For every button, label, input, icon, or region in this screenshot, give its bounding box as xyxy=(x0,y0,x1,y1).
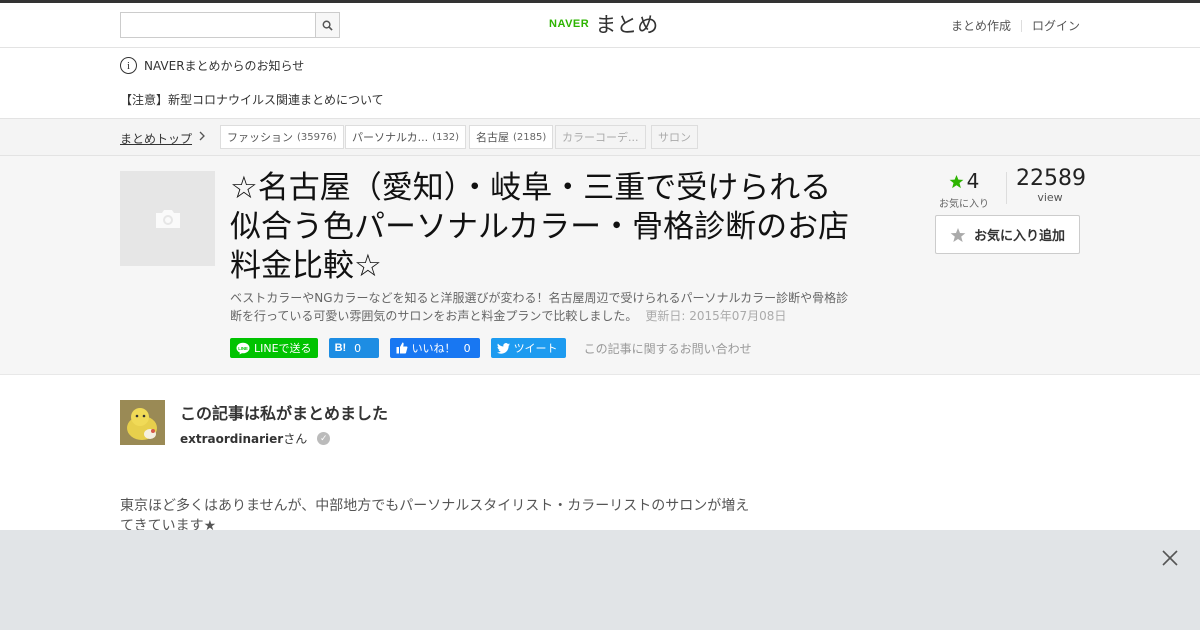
favorites-count: 4 xyxy=(966,169,980,193)
line-share-label: LINEで送る xyxy=(254,342,312,355)
hatena-count: 0 xyxy=(354,341,362,355)
favorites-stat: 4 お気に入り xyxy=(934,169,994,210)
create-matome-link[interactable]: まとめ作成 xyxy=(951,17,1011,34)
tag-salon[interactable]: サロン xyxy=(651,125,698,149)
tag-count: (35976) xyxy=(297,131,337,143)
close-icon[interactable] xyxy=(1160,548,1180,568)
nav-divider xyxy=(1020,19,1022,32)
logo-naver: NAVER xyxy=(549,18,590,30)
tweet-button[interactable]: ツイート xyxy=(490,338,566,358)
star-outline-icon xyxy=(950,227,966,242)
tag-nagoya[interactable]: 名古屋 (2185) xyxy=(469,125,554,149)
favorites-label: お気に入り xyxy=(939,199,989,210)
tag-label: パーソナルカ... xyxy=(352,131,429,144)
author-heading: この記事は私がまとめました xyxy=(180,404,389,423)
article-description: ベストカラーやNGカラーなどを知ると洋服選びが変わる！名古屋周辺で受けられるパー… xyxy=(230,289,850,325)
line-icon: LINE xyxy=(236,342,250,354)
article-header: ☆名古屋（愛知）・岐阜・三重で受けられる似合う色パーソナルカラー・骨格診断のお店… xyxy=(0,156,1200,375)
search-box xyxy=(120,12,340,38)
tweet-label: ツイート xyxy=(513,342,558,355)
tag-label: サロン xyxy=(658,131,691,144)
info-icon: i xyxy=(120,57,137,74)
notice-item[interactable]: 【注意】新型コロナウイルス関連まとめについて xyxy=(120,91,384,108)
author-name[interactable]: extraordinarier xyxy=(180,432,283,446)
tag-label: カラーコーデ... xyxy=(562,131,639,144)
views-stat: 22589 view xyxy=(1016,166,1086,204)
tag-color-coordinate[interactable]: カラーコーデ... xyxy=(555,125,646,149)
add-favorite-button[interactable]: お気に入り追加 xyxy=(935,215,1080,254)
login-link[interactable]: ログイン xyxy=(1032,17,1080,34)
author-avatar[interactable] xyxy=(120,400,165,445)
inquiry-link[interactable]: この記事に関するお問い合わせ xyxy=(584,340,752,357)
article-title: ☆名古屋（愛知）・岐阜・三重で受けられる似合う色パーソナルカラー・骨格診断のお店… xyxy=(230,170,850,284)
tag-count: (2185) xyxy=(513,131,547,143)
logo[interactable]: NAVER まとめ xyxy=(549,9,658,39)
notice-header: i NAVERまとめからのお知らせ xyxy=(120,57,304,74)
article-thumbnail xyxy=(120,171,215,266)
breadcrumb-top-link[interactable]: まとめトップ xyxy=(120,130,192,147)
svg-text:LINE: LINE xyxy=(238,345,248,350)
breadcrumb: まとめトップ ファッション (35976) パーソナルカ... (132) 名古… xyxy=(0,118,1200,156)
star-icon xyxy=(949,174,963,188)
hatena-bookmark-button[interactable]: B! 0 xyxy=(328,338,379,358)
stat-divider xyxy=(1006,172,1007,204)
author-suffix: さん xyxy=(283,432,308,446)
tag-count: (132) xyxy=(432,131,460,143)
logo-matome: まとめ xyxy=(595,13,659,37)
search-input[interactable] xyxy=(120,12,315,38)
top-bar: NAVER まとめ まとめ作成 ログイン xyxy=(0,0,1200,48)
tag-fashion[interactable]: ファッション (35976) xyxy=(220,125,344,149)
ad-banner xyxy=(0,530,1200,630)
thumbs-up-icon xyxy=(396,342,408,354)
tag-label: 名古屋 xyxy=(476,131,509,144)
updated-date: 更新日: 2015年07月08日 xyxy=(645,309,787,323)
hatena-icon: B! xyxy=(334,342,347,354)
facebook-like-label: いいね！ xyxy=(411,342,456,355)
camera-icon xyxy=(155,209,180,228)
search-button[interactable] xyxy=(315,12,340,38)
facebook-like-button[interactable]: いいね！ 0 xyxy=(389,338,480,358)
twitter-bird-icon xyxy=(496,342,510,354)
search-icon xyxy=(322,20,333,31)
views-count: 22589 xyxy=(1016,166,1086,191)
share-bar: LINE LINEで送る B! 0 いいね！ 0 ツイート この記事に関するお問… xyxy=(230,338,752,358)
notice-title: NAVERまとめからのお知らせ xyxy=(144,59,305,73)
line-share-button[interactable]: LINE LINEで送る xyxy=(230,338,318,358)
verified-icon: ✓ xyxy=(317,432,331,445)
tag-label: ファッション xyxy=(227,131,293,144)
facebook-like-count: 0 xyxy=(463,341,471,355)
views-label: view xyxy=(1037,191,1063,204)
chevron-right-icon xyxy=(198,130,206,145)
tag-personal-color[interactable]: パーソナルカ... (132) xyxy=(345,125,467,149)
author-name-row: extraordinarierさん ✓ xyxy=(180,430,331,447)
user-nav: まとめ作成 ログイン xyxy=(951,17,1080,34)
add-favorite-label: お気に入り追加 xyxy=(973,229,1065,244)
